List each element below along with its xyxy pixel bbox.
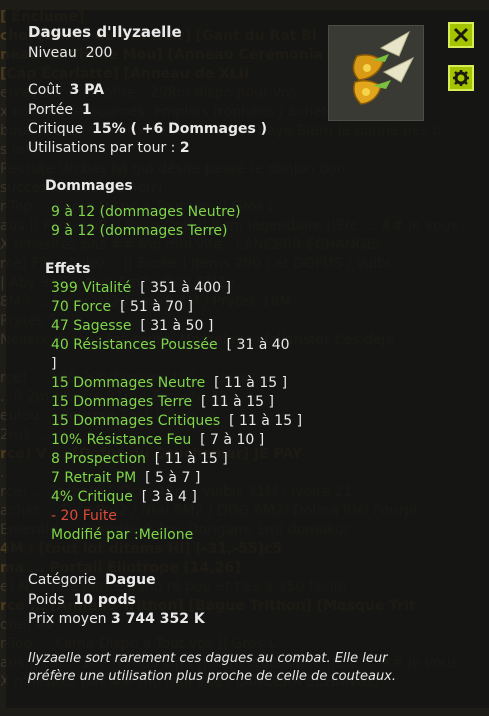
item-cost: Coût 3 PA <box>28 82 105 98</box>
effect-range: [ 11 à 15 ] <box>214 375 288 391</box>
effect-line: 15 Dommages Terre [ 11 à 15 ] <box>51 394 274 410</box>
effect-line: 47 Sagesse [ 31 à 50 ] <box>51 318 213 334</box>
effect-value: Modifié par :Meilone <box>51 527 194 543</box>
effect-value: 7 Retrait PM <box>51 470 137 486</box>
effect-line: 15 Dommages Critiques [ 11 à 15 ] <box>51 413 302 429</box>
effect-range: [ 11 à 15 ] <box>200 394 274 410</box>
effect-value: 8 Prospection <box>51 451 146 467</box>
effect-range: [ 7 à 10 ] <box>200 432 265 448</box>
effects-heading: Effets <box>45 261 91 277</box>
damage-line: 9 à 12 (dommages Neutre) <box>51 204 241 220</box>
effect-value: 15 Dommages Critiques <box>51 413 221 429</box>
item-category: Catégorie Dague <box>28 572 156 588</box>
item-name: Dagues d'Ilyzaelle <box>28 23 182 41</box>
effect-range: [ 31 à 40 <box>226 337 290 353</box>
effect-line: - 20 Fuite <box>51 508 117 524</box>
dagger-item-icon <box>328 25 424 121</box>
close-icon <box>453 27 469 43</box>
effect-value: - 20 Fuite <box>51 508 117 524</box>
effect-value: 4% Critique <box>51 489 133 505</box>
gear-icon <box>453 70 469 86</box>
effect-line: 15 Dommages Neutre [ 11 à 15 ] <box>51 375 287 391</box>
effect-range: [ 31 à 50 ] <box>140 318 214 334</box>
item-range: Portée 1 <box>28 102 92 118</box>
item-weight: Poids 10 pods <box>28 592 136 608</box>
effect-line: 7 Retrait PM [ 5 à 7 ] <box>51 470 200 486</box>
effect-line: 4% Critique [ 3 à 4 ] <box>51 489 197 505</box>
effect-value: 47 Sagesse <box>51 318 132 334</box>
item-level: Niveau 200 <box>28 45 113 61</box>
effect-line: 70 Force [ 51 à 70 ] <box>51 299 193 315</box>
effect-value: ] <box>51 356 57 372</box>
effect-value: 15 Dommages Neutre <box>51 375 206 391</box>
item-uses-per-turn: Utilisations par tour : 2 <box>28 140 190 156</box>
effect-range: [ 51 à 70 ] <box>120 299 193 315</box>
effect-range: [ 11 à 15 ] <box>229 413 303 429</box>
effect-line: 10% Résistance Feu [ 7 à 10 ] <box>51 432 264 448</box>
effect-value: 70 Force <box>51 299 112 315</box>
item-critical: Critique 15% ( +6 Dommages ) <box>28 121 268 137</box>
item-tooltip: Dagues d'Ilyzaelle Niveau 200 Coût 3 PA … <box>6 10 489 708</box>
effect-range: [ 11 à 15 ] <box>154 451 228 467</box>
effect-range: [ 3 à 4 ] <box>141 489 197 505</box>
effect-line: ] <box>51 356 56 372</box>
item-description-line: préfère une utilisation plus proche de c… <box>28 669 397 684</box>
effect-range: [ 5 à 7 ] <box>145 470 201 486</box>
damage-line: 9 à 12 (dommages Terre) <box>51 223 228 239</box>
effect-line: 40 Résistances Poussée [ 31 à 40 <box>51 337 290 353</box>
damages-heading: Dommages <box>45 178 133 194</box>
effect-value: 399 Vitalité <box>51 280 132 296</box>
effect-line: 8 Prospection [ 11 à 15 ] <box>51 451 228 467</box>
item-average-price: Prix moyen 3 744 352 K <box>28 611 205 627</box>
effect-range: [ 351 à 400 ] <box>140 280 231 296</box>
effect-line: Modifié par :Meilone <box>51 527 193 543</box>
settings-button[interactable] <box>448 65 474 91</box>
effect-line: 399 Vitalité [ 351 à 400 ] <box>51 280 231 296</box>
item-description-line: Ilyzaelle sort rarement ces dagues au co… <box>28 651 388 666</box>
close-button[interactable] <box>448 22 474 48</box>
effect-value: 15 Dommages Terre <box>51 394 193 410</box>
effect-value: 40 Résistances Poussée <box>51 337 218 353</box>
effect-value: 10% Résistance Feu <box>51 432 192 448</box>
